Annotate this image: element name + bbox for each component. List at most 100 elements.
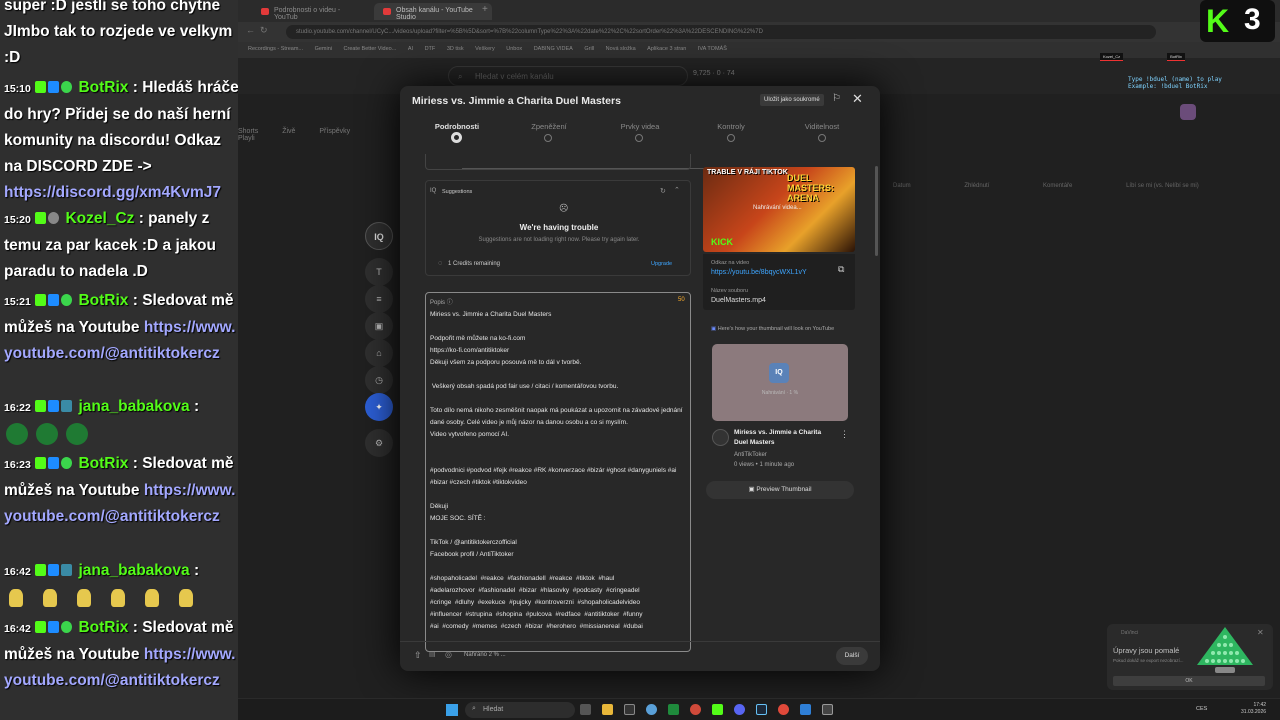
kick-icon[interactable] <box>712 704 723 715</box>
video-link[interactable]: https://youtu.be/8bqycWXL1vY <box>711 269 807 276</box>
emote <box>9 588 23 607</box>
bookmark[interactable]: Recordings - Stream... <box>248 46 303 52</box>
title-icon[interactable]: T <box>365 258 393 286</box>
tab-playlists[interactable]: Playli <box>238 135 255 142</box>
save-private-button[interactable]: Uložit jako soukromé <box>760 94 824 106</box>
obs-icon[interactable] <box>822 704 833 715</box>
bookmark[interactable]: IVA TOMÁŠ <box>698 46 727 52</box>
video-thumbnail[interactable]: TRABLE V RÁJI TIKTOK DUEL MASTERS: ARENA… <box>703 167 855 252</box>
windows-start-icon[interactable] <box>446 704 458 716</box>
reload-icon[interactable]: ↻ <box>260 25 268 36</box>
uploading-label: Nahrávání videa... <box>753 205 802 211</box>
chat-message: 15:20 Kozel_Cz : panely z temu za par ka… <box>4 210 216 280</box>
kick-badge-icon <box>35 212 47 224</box>
step-monetization[interactable]: Zpeněžení <box>509 122 589 131</box>
clock[interactable]: 17:42 31.03.2026 <box>1241 702 1266 716</box>
back-icon[interactable]: ← <box>246 25 255 35</box>
scrollbar[interactable] <box>875 166 878 256</box>
step-dot[interactable] <box>544 134 552 142</box>
iq-logo: IQ <box>769 363 789 383</box>
upgrade-link[interactable]: Upgrade <box>651 261 672 267</box>
gear-icon[interactable]: ⚙ <box>365 429 393 457</box>
column-header[interactable]: Komentáře <box>1043 183 1072 189</box>
title-field-bottom[interactable] <box>425 154 691 170</box>
close-icon[interactable]: ✕ <box>1257 628 1264 637</box>
spinner-icon: ◌ <box>438 260 443 267</box>
step-dot[interactable] <box>727 134 735 142</box>
step-checks[interactable]: Kontroly <box>691 122 771 131</box>
refresh-icon[interactable]: ↻ <box>660 187 666 195</box>
step-visibility[interactable]: Viditelnost <box>782 122 862 131</box>
kick-badge-icon <box>35 457 47 469</box>
bookmark[interactable]: DTF <box>425 46 436 52</box>
description-text[interactable]: Miriess vs. Jimmie a Charita Duel Master… <box>430 309 686 633</box>
app-icon[interactable] <box>800 704 811 715</box>
image-icon[interactable]: ▣ <box>365 312 393 340</box>
tab-live[interactable]: Živě <box>282 128 295 135</box>
suggestions-error-text: Suggestions are not loading right now. P… <box>478 237 640 243</box>
column-header[interactable]: Líbí se mi (vs. Nelíbí se mi) <box>1126 183 1199 189</box>
bookmark[interactable]: Veškery <box>475 46 495 52</box>
studio-search-input[interactable]: ⌕ Hledat v celém kanálu <box>448 66 688 86</box>
step-details[interactable]: Podrobnosti <box>417 122 497 131</box>
bookmark[interactable]: AI <box>408 46 413 52</box>
chrome-icon[interactable] <box>778 704 789 715</box>
app-icon[interactable] <box>646 704 657 715</box>
help-icon[interactable]: ⓘ <box>447 300 453 306</box>
browser-tab-active[interactable]: Obsah kanálu - YouTube Studio <box>374 3 492 21</box>
chevron-up-icon[interactable]: ⌃ <box>674 186 680 194</box>
avatar-sprite <box>1180 104 1196 120</box>
feedback-icon[interactable]: ⚐ <box>832 93 841 104</box>
studio-content-tabs: Shorts Živě Příspěvky Playli <box>238 128 408 142</box>
column-header[interactable]: Zhlédnutí <box>964 183 989 189</box>
bookmark[interactable]: Create Better Video... <box>344 46 397 52</box>
copy-icon[interactable]: ⧉ <box>838 264 844 275</box>
more-vert-icon[interactable]: ⋮ <box>840 429 849 440</box>
bookmark[interactable]: Unbox <box>506 46 522 52</box>
kick-badge-icon <box>35 621 47 633</box>
step-dot-active[interactable] <box>451 132 462 143</box>
bookmark[interactable]: Gemini <box>315 46 332 52</box>
step-dot[interactable] <box>635 134 643 142</box>
taskbar-search[interactable]: ⌕ Hledat <box>465 702 575 718</box>
close-icon[interactable]: ✕ <box>852 91 863 107</box>
tiktok-icon[interactable] <box>624 704 635 715</box>
step-dot[interactable] <box>818 134 826 142</box>
tab-bar: Podrobnosti o videu - YouTub Obsah kanál… <box>238 0 1280 22</box>
language-indicator[interactable]: CES <box>1196 706 1207 712</box>
chrome-icon[interactable] <box>690 704 701 715</box>
description-score: 50 <box>678 297 685 303</box>
preview-thumbnail-button[interactable]: ▣ Preview Thumbnail <box>706 481 854 499</box>
folder-icon[interactable] <box>602 704 613 715</box>
bookmark[interactable]: Aplikace 3 stran <box>647 46 686 52</box>
toast-ok-button[interactable]: OK <box>1113 676 1265 686</box>
emote <box>111 588 125 607</box>
iq-icon[interactable]: IQ <box>365 222 393 250</box>
description-field[interactable]: Popis ⓘ 50 Miriess vs. Jimmie a Charita … <box>425 292 691 652</box>
bookmark[interactable]: DABING VIDEA <box>534 46 573 52</box>
sparkle-icon[interactable]: ✦ <box>365 393 393 421</box>
task-view-icon[interactable] <box>580 704 591 715</box>
kick-badge-icon <box>35 294 47 306</box>
description-icon[interactable]: ≡ <box>365 285 393 313</box>
tab-posts[interactable]: Příspěvky <box>319 128 350 135</box>
step-video-elements[interactable]: Prvky videa <box>600 122 680 131</box>
clock-icon[interactable]: ◷ <box>365 366 393 394</box>
bookmark[interactable]: Grill <box>584 46 594 52</box>
bookmark[interactable]: Nová složka <box>606 46 636 52</box>
steam-icon[interactable] <box>756 704 767 715</box>
emote <box>36 422 58 445</box>
url-field[interactable]: studio.youtube.com/channel/UCyC.../video… <box>286 25 1156 39</box>
next-button[interactable]: Další <box>836 647 868 665</box>
browser-tab[interactable]: Podrobnosti o videu - YouTub <box>252 3 370 21</box>
tab-shorts[interactable]: Shorts <box>238 128 258 135</box>
toast-title: Úpravy jsou pomalé <box>1113 646 1180 655</box>
tag-icon[interactable]: ⌂ <box>365 339 393 367</box>
iq-icon: ▣ <box>748 486 755 493</box>
bookmark[interactable]: 3D tisk <box>447 46 464 52</box>
xbox-icon[interactable] <box>668 704 679 715</box>
discord-icon[interactable] <box>734 704 745 715</box>
new-tab-icon[interactable]: + <box>482 4 488 15</box>
column-header[interactable]: Datum <box>893 183 911 189</box>
avatar <box>712 429 729 446</box>
